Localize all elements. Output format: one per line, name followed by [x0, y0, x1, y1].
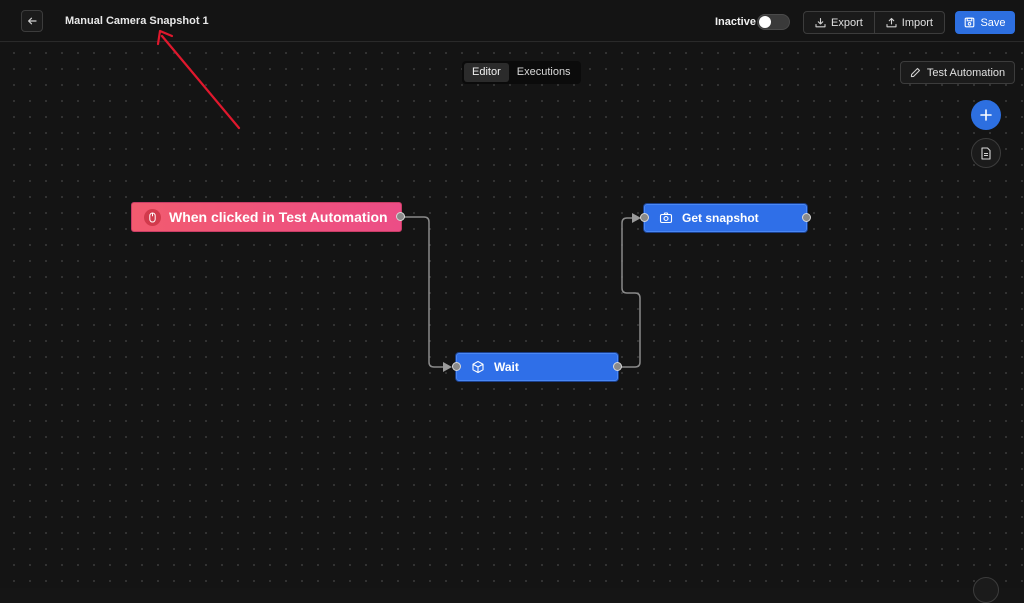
save-label: Save: [980, 16, 1006, 29]
document-icon: [981, 146, 991, 160]
export-icon: [815, 17, 826, 28]
get-snapshot-node[interactable]: Get snapshot: [644, 204, 807, 232]
toggle-knob: [759, 16, 771, 28]
wait-node-label: Wait: [494, 360, 519, 374]
workflow-canvas[interactable]: [0, 43, 1024, 588]
view-tabs: Editor Executions: [462, 61, 581, 84]
get-snapshot-node-label: Get snapshot: [682, 211, 759, 225]
export-button[interactable]: Export: [804, 12, 874, 33]
tab-editor[interactable]: Editor: [464, 63, 509, 82]
automation-title[interactable]: Manual Camera Snapshot 1: [65, 15, 209, 27]
test-automation-button[interactable]: Test Automation: [900, 61, 1015, 84]
import-icon: [886, 17, 897, 28]
camera-icon: [659, 211, 673, 225]
trigger-node[interactable]: When clicked in Test Automation: [131, 202, 402, 232]
save-button[interactable]: Save: [955, 11, 1015, 34]
active-toggle[interactable]: [757, 14, 790, 30]
wait-node[interactable]: Wait: [456, 353, 618, 381]
import-button[interactable]: Import: [873, 12, 944, 33]
canvas-control-button[interactable]: [973, 577, 999, 603]
tab-executions[interactable]: Executions: [509, 63, 579, 82]
import-label: Import: [901, 16, 933, 29]
trigger-output-port[interactable]: [396, 212, 405, 221]
notes-button[interactable]: [971, 138, 1001, 168]
plus-icon: [980, 109, 992, 121]
test-automation-label: Test Automation: [926, 66, 1006, 79]
snapshot-input-port[interactable]: [640, 213, 649, 222]
trigger-node-label: When clicked in Test Automation: [169, 209, 388, 225]
mouse-icon: [144, 208, 161, 226]
add-node-button[interactable]: [971, 100, 1001, 130]
export-import-group: Export Import: [803, 11, 945, 34]
arrow-left-icon: [28, 17, 37, 25]
snapshot-output-port[interactable]: [802, 213, 811, 222]
save-icon: [965, 17, 975, 28]
cube-icon: [471, 360, 485, 374]
wait-output-port[interactable]: [613, 362, 622, 371]
export-label: Export: [831, 16, 863, 29]
wait-input-port[interactable]: [452, 362, 461, 371]
back-button[interactable]: [21, 10, 43, 32]
status-label: Inactive: [715, 16, 756, 28]
pencil-icon: [910, 67, 920, 78]
top-bar: Manual Camera Snapshot 1 Inactive Export…: [0, 0, 1024, 42]
